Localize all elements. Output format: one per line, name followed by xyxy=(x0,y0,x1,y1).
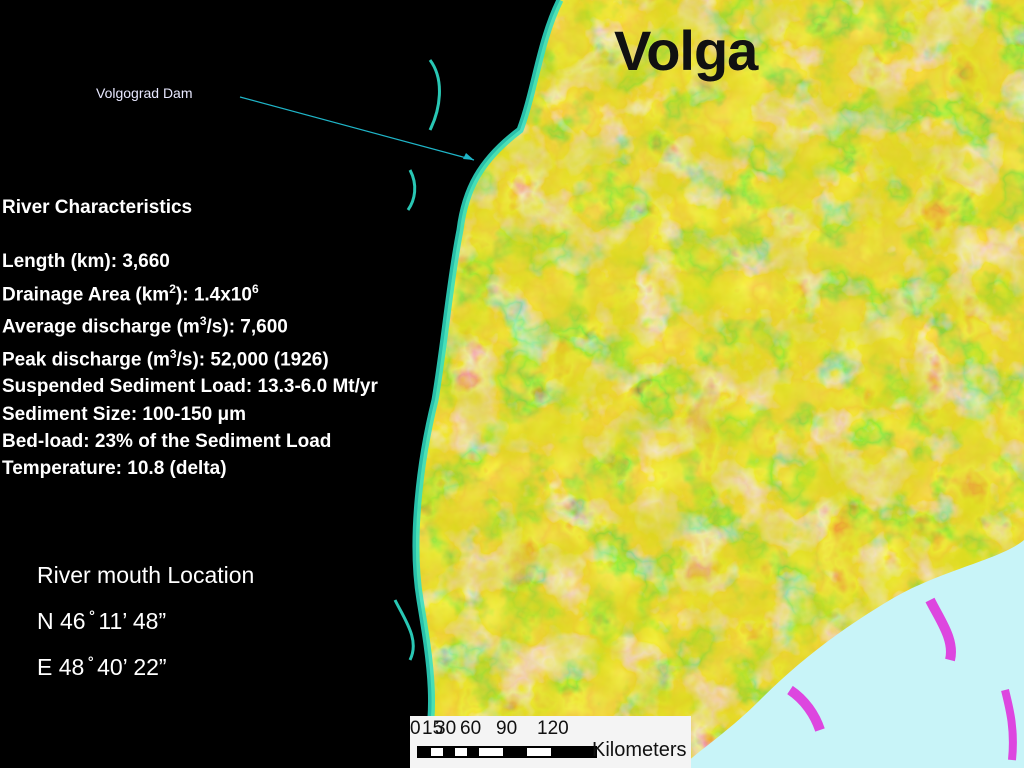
river-characteristic-row: Drainage Area (km2): 1.4x106 xyxy=(2,276,472,309)
characteristic-value-exponent: 6 xyxy=(251,281,259,296)
river-characteristics-heading: River Characteristics xyxy=(2,197,193,218)
river-mouth-longitude: E 48 ̊ 40’ 22” xyxy=(37,654,167,680)
river-characteristic-row: Temperature: 10.8 (delta) xyxy=(2,455,472,482)
characteristic-unit-exponent: 3 xyxy=(199,314,207,329)
river-characteristic-row: Suspended Sediment Load: 13.3-6.0 Mt/yr xyxy=(2,373,472,400)
characteristic-label: Temperature: xyxy=(2,458,123,480)
characteristic-value: 3,660 xyxy=(117,251,170,273)
characteristic-unit-exponent: 3 xyxy=(169,346,177,361)
scale-units: Kilometers xyxy=(592,739,687,761)
river-mouth-panel: River mouth Location N 46 ̊ 11’ 48” E 48… xyxy=(37,552,254,690)
map-title: Volga xyxy=(614,19,758,82)
scale-tick-label: 90 xyxy=(496,718,518,739)
river-characteristic-row: Bed-load: 23% of the Sediment Load xyxy=(2,428,472,455)
river-mouth-heading: River mouth Location xyxy=(37,562,255,588)
scale-tick-labels: 0 15 30 60 90 120 xyxy=(410,718,691,740)
characteristic-value: 13.3-6.0 Mt/yr xyxy=(252,376,378,398)
characteristic-value: 7,600 xyxy=(235,316,288,338)
characteristic-value: 23% of the Sediment Load xyxy=(89,431,332,453)
characteristic-label: Bed-load: xyxy=(2,431,90,453)
river-mouth-latitude: N 46 ̊ 11’ 48” xyxy=(37,608,167,634)
scale-tick-label: 60 xyxy=(460,718,482,739)
scale-tick-label: 120 xyxy=(537,718,569,739)
characteristic-label: Average discharge (m xyxy=(2,316,200,338)
characteristic-value: 10.8 (delta) xyxy=(122,458,227,480)
characteristic-value: 1.4x10 xyxy=(188,283,252,305)
river-characteristic-row: Peak discharge (m3/s): 52,000 (1926) xyxy=(2,341,472,374)
characteristic-label: Suspended Sediment Load: xyxy=(2,376,253,398)
characteristic-unit-exponent: 2 xyxy=(169,281,176,296)
river-characteristics-list: Length (km): 3,660 Drainage Area (km2): 1… xyxy=(2,248,472,482)
volgograd-dam-label: Volgograd Dam xyxy=(96,85,193,101)
characteristic-label: Drainage Area (km xyxy=(2,283,170,305)
river-characteristic-row: Length (km): 3,660 xyxy=(2,248,472,275)
scale-bar-graphic xyxy=(417,746,597,758)
characteristic-label-end: /s): xyxy=(206,316,236,338)
river-characteristic-row: Average discharge (m3/s): 7,600 xyxy=(2,308,472,341)
characteristic-label-end: /s): xyxy=(176,349,206,371)
river-characteristic-row: Sediment Size: 100-150 μm xyxy=(2,401,472,428)
characteristic-value: 52,000 (1926) xyxy=(205,349,329,371)
characteristic-label: Length (km): xyxy=(2,251,118,273)
characteristic-label: Sediment Size: xyxy=(2,403,138,425)
characteristic-label: Peak discharge (m xyxy=(2,349,170,371)
river-characteristics-panel: River Characteristics Length (km): 3,660… xyxy=(2,194,472,483)
scale-tick-label: 30 xyxy=(435,718,457,739)
scale-tick-label: 0 xyxy=(410,718,421,739)
scale-bar: 0 15 30 60 90 120 Kilometers xyxy=(410,716,691,768)
characteristic-label-end: ): xyxy=(175,283,189,305)
characteristic-value: 100-150 μm xyxy=(137,403,246,425)
